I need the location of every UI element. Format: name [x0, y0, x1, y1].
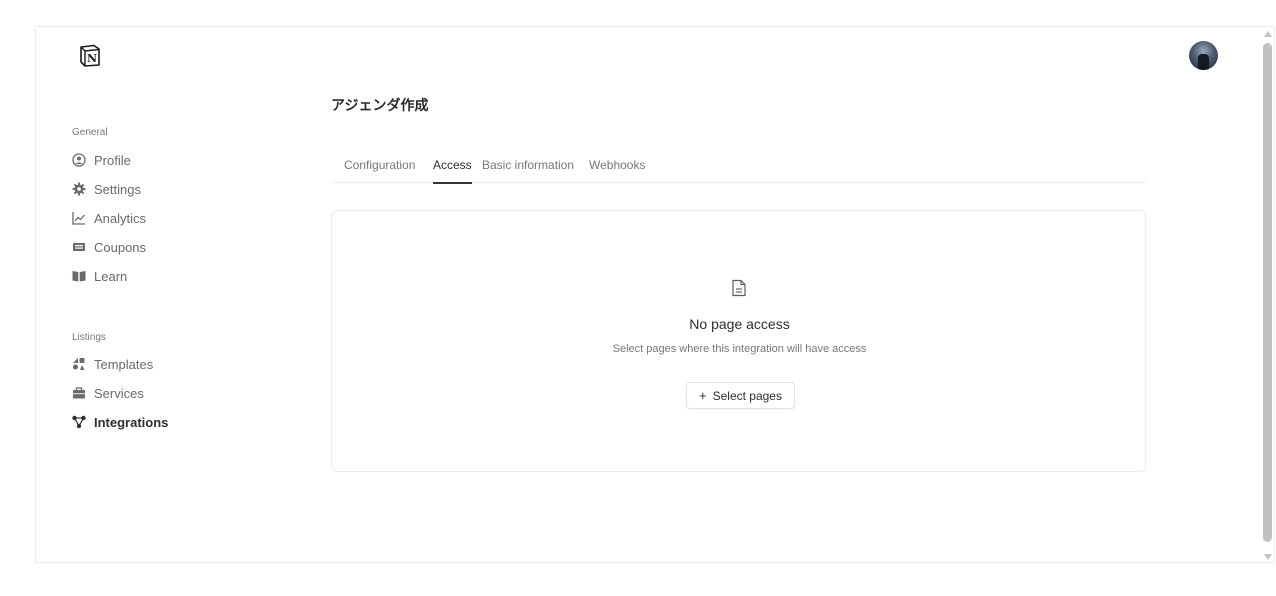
access-empty-state-card: No page access Select pages where this i… — [331, 210, 1146, 472]
sidebar-item-templates[interactable]: Templates — [72, 353, 252, 375]
sidebar-item-settings[interactable]: Settings — [72, 178, 252, 200]
nodes-icon — [72, 415, 86, 429]
tab-webhooks[interactable]: Webhooks — [589, 158, 645, 183]
briefcase-icon — [73, 387, 85, 399]
scroll-up-arrow-icon[interactable] — [1264, 31, 1272, 37]
gear-icon — [72, 182, 86, 196]
sidebar-item-label: Settings — [94, 181, 141, 197]
empty-state-subtitle: Select pages where this integration will… — [612, 343, 867, 355]
sidebar-item-profile[interactable]: Profile — [72, 149, 252, 171]
document-icon — [732, 279, 746, 297]
sidebar-item-label: Services — [94, 385, 144, 401]
plus-icon: + — [699, 388, 707, 403]
sidebar-item-integrations[interactable]: Integrations — [72, 411, 252, 433]
scroll-thumb[interactable] — [1263, 43, 1272, 542]
user-avatar[interactable] — [1189, 41, 1218, 70]
sidebar-item-label: Learn — [94, 268, 128, 284]
line-chart-icon — [72, 212, 85, 225]
sidebar-item-services[interactable]: Services — [72, 382, 252, 404]
sidebar-item-label: Templates — [94, 356, 154, 372]
tab-basic-information[interactable]: Basic information — [482, 158, 574, 183]
book-icon — [72, 271, 86, 282]
notion-logo[interactable]: N — [79, 44, 101, 67]
empty-state-title: No page access — [689, 316, 790, 332]
sidebar-item-label: Profile — [94, 152, 131, 168]
select-pages-button[interactable]: + Select pages — [686, 382, 795, 409]
shapes-icon — [73, 358, 85, 370]
sidebar-item-analytics[interactable]: Analytics — [72, 207, 252, 229]
section-label-listings: Listings — [72, 332, 106, 343]
sidebar-item-label: Analytics — [94, 210, 147, 226]
svg-text:N: N — [87, 52, 97, 65]
tab-bar: Configuration Access Basic information W… — [331, 155, 1146, 184]
vertical-scrollbar[interactable] — [1261, 29, 1275, 562]
sidebar-item-coupons[interactable]: Coupons — [72, 236, 252, 258]
section-label-general: General — [72, 127, 108, 138]
sidebar-item-learn[interactable]: Learn — [72, 265, 252, 287]
sidebar-item-label: Coupons — [94, 239, 147, 255]
page-title: アジェンダ作成 — [331, 97, 429, 113]
select-pages-label: Select pages — [712, 388, 782, 403]
person-circle-icon — [72, 153, 86, 167]
tab-configuration[interactable]: Configuration — [344, 158, 415, 183]
sidebar-item-label: Integrations — [94, 414, 169, 430]
tab-access[interactable]: Access — [433, 158, 472, 184]
ticket-icon — [73, 243, 85, 251]
scroll-down-arrow-icon[interactable] — [1264, 554, 1272, 560]
app-window: N General Profile Settings Analytics Cou… — [35, 26, 1275, 563]
